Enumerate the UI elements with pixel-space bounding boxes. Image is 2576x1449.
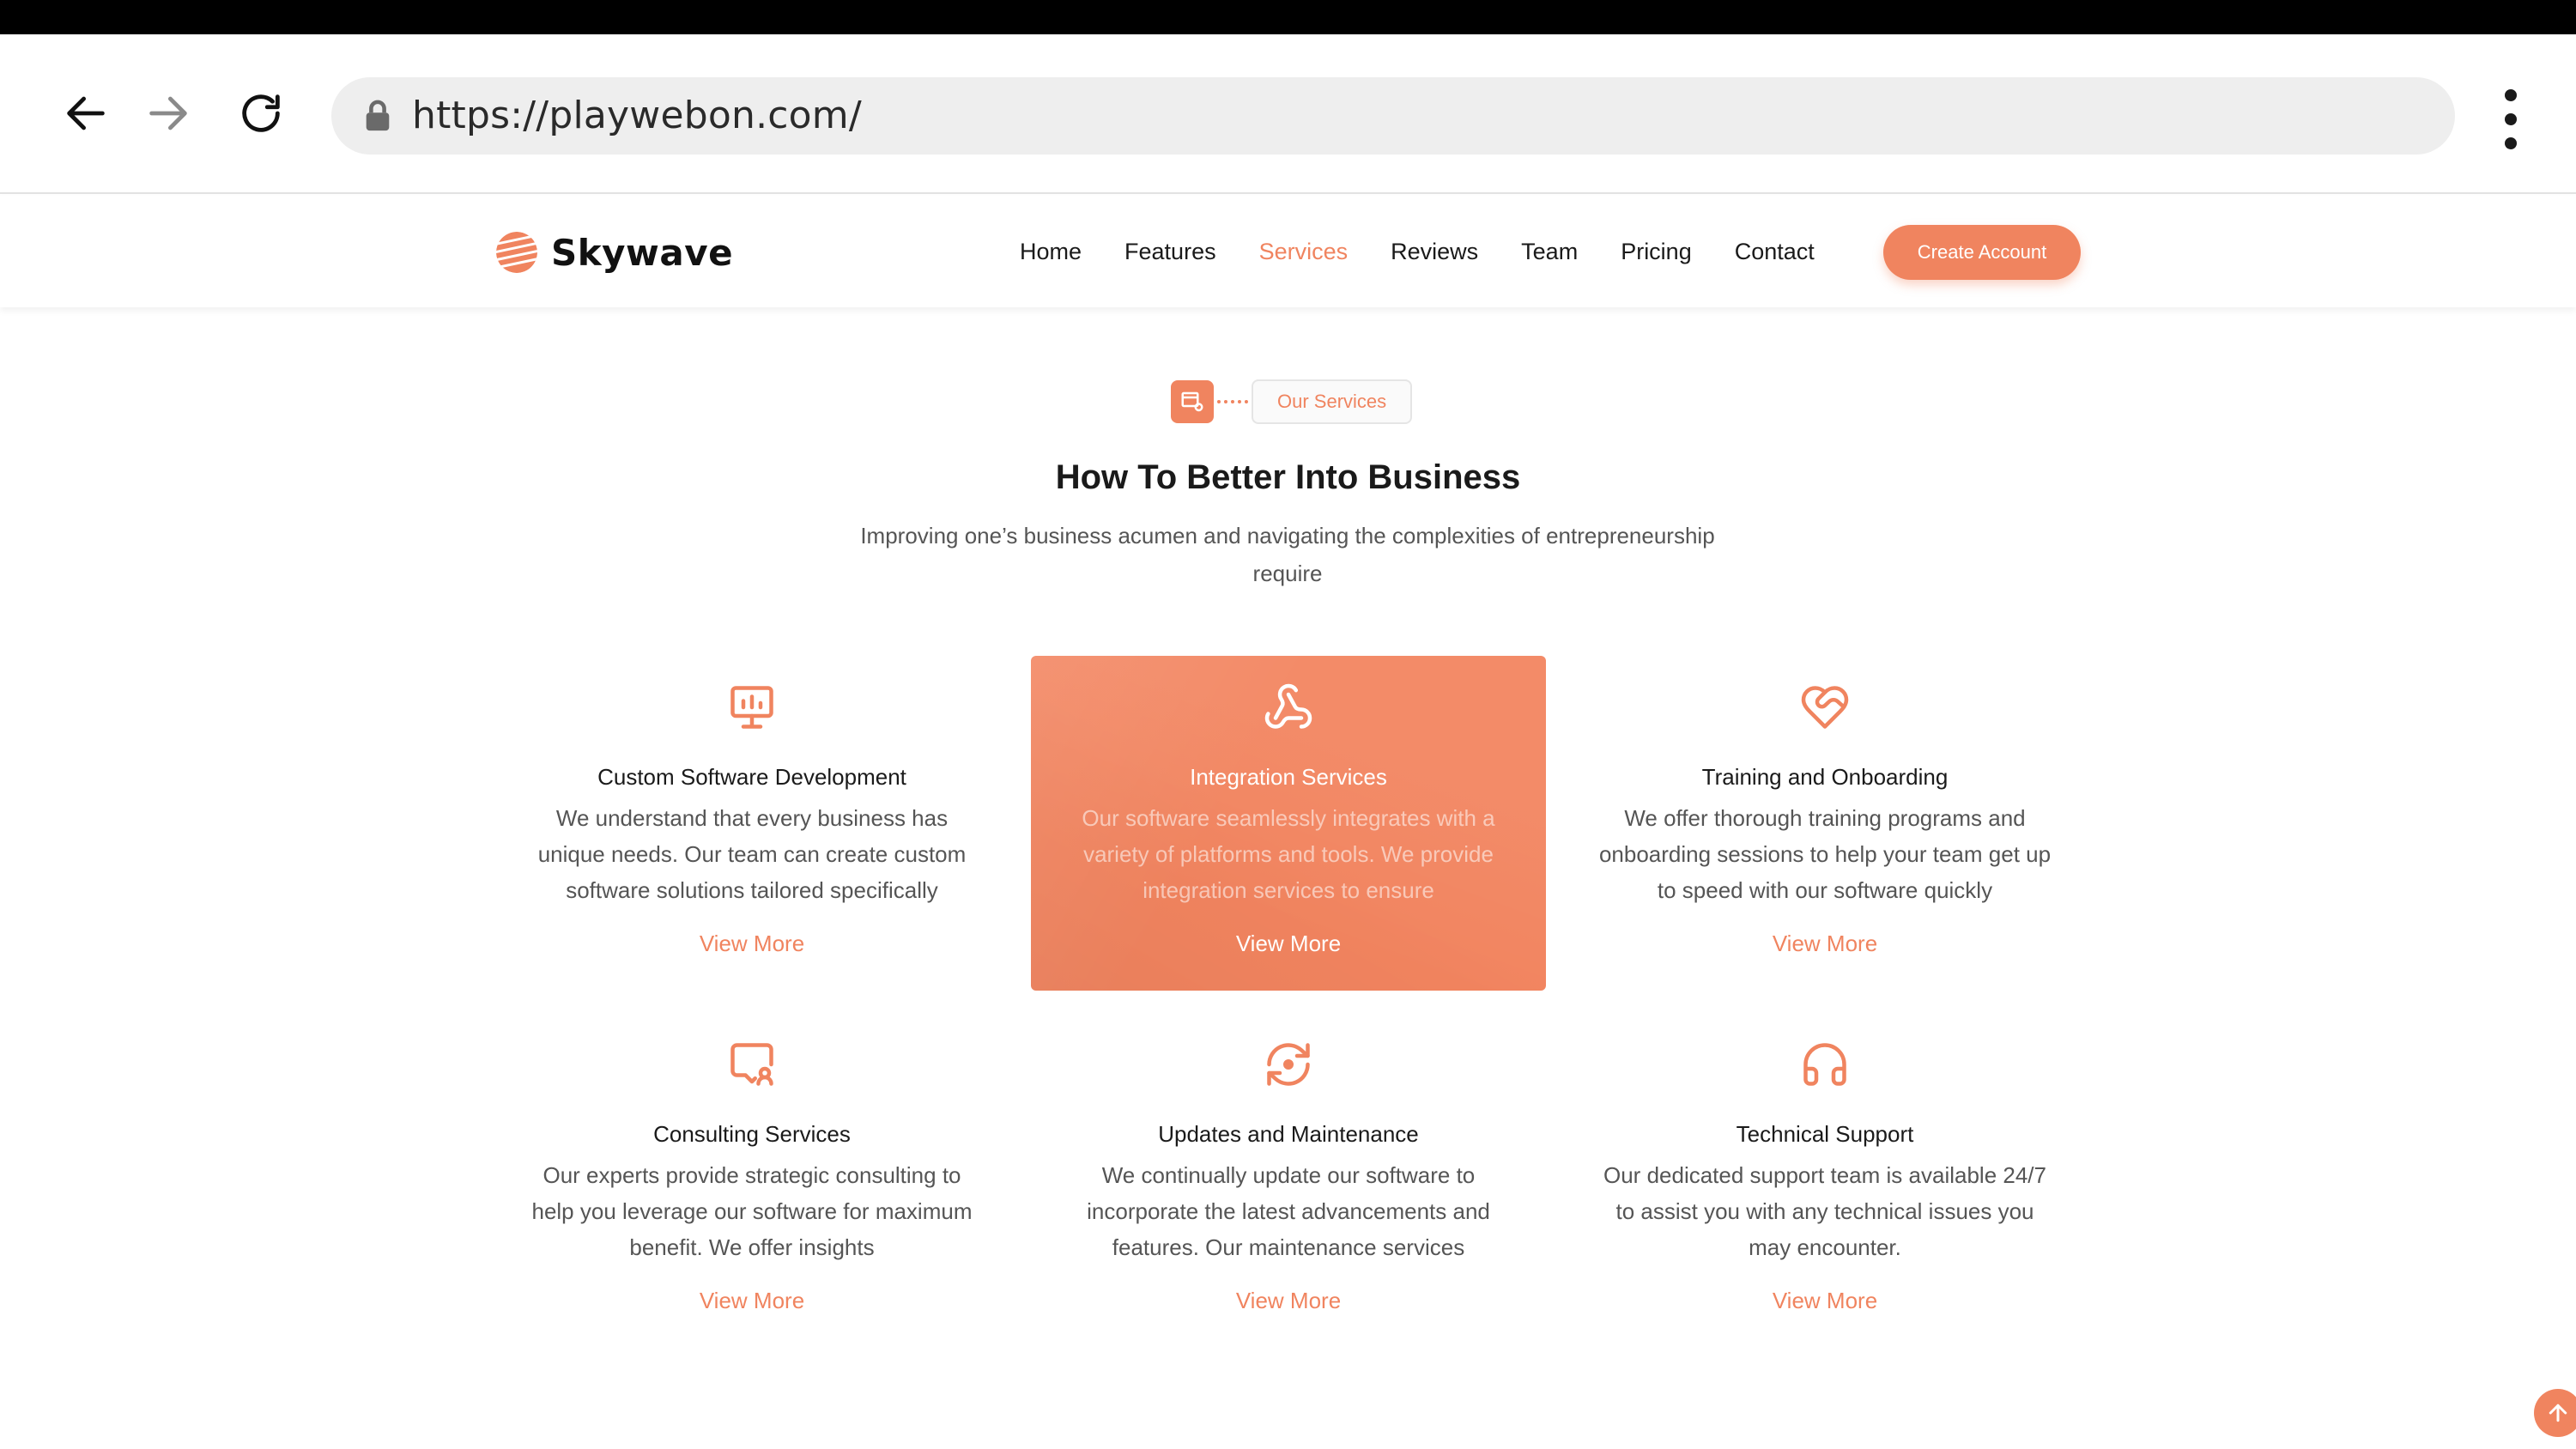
address-bar[interactable]: https://playwebon.com/ (331, 77, 2455, 155)
service-card-custom-software: Custom Software Development We understan… (494, 656, 1009, 991)
services-tag-icon (1171, 380, 1214, 423)
service-card-consulting: Consulting Services Our experts provide … (494, 1013, 1009, 1348)
lock-icon (366, 100, 390, 131)
more-dots-icon (2505, 89, 2517, 101)
reload-icon (242, 94, 280, 132)
section-subtitle: Improving one’s business acumen and navi… (860, 523, 1715, 586)
view-more-link[interactable]: View More (1567, 931, 2082, 957)
service-description: Our experts provide strategic consulting… (531, 1162, 973, 1260)
arrow-up-icon (2549, 1404, 2567, 1422)
brand-logo[interactable]: Skywave (494, 230, 733, 275)
nav-services[interactable]: Services (1259, 239, 1349, 265)
service-card-updates: Updates and Maintenance We continually u… (1031, 1013, 1546, 1348)
nav-features[interactable]: Features (1124, 239, 1216, 265)
service-card-integration: Integration Services Our software seamle… (1031, 656, 1546, 991)
view-more-link[interactable]: View More (1567, 1288, 2082, 1314)
webhook-icon (1264, 683, 1312, 729)
view-more-link[interactable]: View More (1031, 1288, 1546, 1314)
service-title: Technical Support (1736, 1121, 1914, 1147)
tag-dots (1217, 400, 1248, 403)
monitor-chart-icon (730, 686, 773, 729)
service-title: Consulting Services (653, 1121, 851, 1147)
site-header: Skywave Home Features Services Reviews T… (0, 196, 2576, 307)
main-nav: Home Features Services Reviews Team Pric… (1020, 196, 1858, 307)
service-title: Custom Software Development (597, 764, 906, 790)
scroll-to-top-button[interactable] (2534, 1389, 2576, 1437)
forward-button[interactable] (134, 79, 203, 148)
reload-button[interactable] (227, 79, 295, 148)
section-tag-label: Our Services (1252, 379, 1413, 424)
nav-team[interactable]: Team (1521, 239, 1578, 265)
browser-menu-button[interactable] (2489, 86, 2532, 153)
service-description: We offer thorough training programs and … (1598, 805, 2052, 903)
service-title: Updates and Maintenance (1158, 1121, 1419, 1147)
create-account-button[interactable]: Create Account (1883, 225, 2081, 280)
service-card-training: Training and Onboarding We offer thoroug… (1567, 656, 2082, 991)
heart-handshake-icon (1801, 686, 1849, 729)
section-tag: Our Services (1171, 379, 1413, 424)
nav-home[interactable]: Home (1020, 239, 1082, 265)
service-title: Integration Services (1190, 764, 1387, 790)
arrow-left-icon (67, 96, 105, 130)
brand-name: Skywave (551, 231, 734, 274)
view-more-link[interactable]: View More (494, 1288, 1009, 1314)
view-more-link[interactable]: View More (494, 931, 1009, 957)
service-card-support: Technical Support Our dedicated support … (1567, 1013, 2082, 1348)
service-description: Our dedicated support team is available … (1603, 1162, 2046, 1260)
view-more-link[interactable]: View More (1031, 931, 1546, 957)
section-title: How To Better Into Business (1055, 458, 1521, 496)
headset-icon (1803, 1043, 1846, 1086)
arrow-right-icon (149, 96, 187, 130)
url-text: https://playwebon.com/ (412, 94, 862, 137)
nav-reviews[interactable]: Reviews (1391, 239, 1478, 265)
skywave-logo-icon (496, 232, 537, 273)
service-description: We understand that every business has un… (537, 805, 967, 903)
browser-toolbar: https://playwebon.com/ (0, 34, 2576, 194)
chat-user-icon (730, 1043, 773, 1086)
service-title: Training and Onboarding (1701, 764, 1949, 790)
refresh-cycle-icon (1267, 1043, 1310, 1086)
back-button[interactable] (52, 79, 120, 148)
nav-pricing[interactable]: Pricing (1621, 239, 1692, 265)
device-status-bar (0, 0, 2576, 34)
nav-contact[interactable]: Contact (1735, 239, 1815, 265)
service-description: We continually update our software to in… (1087, 1162, 1490, 1260)
service-description: Our software seamlessly integrates with … (1082, 805, 1495, 903)
